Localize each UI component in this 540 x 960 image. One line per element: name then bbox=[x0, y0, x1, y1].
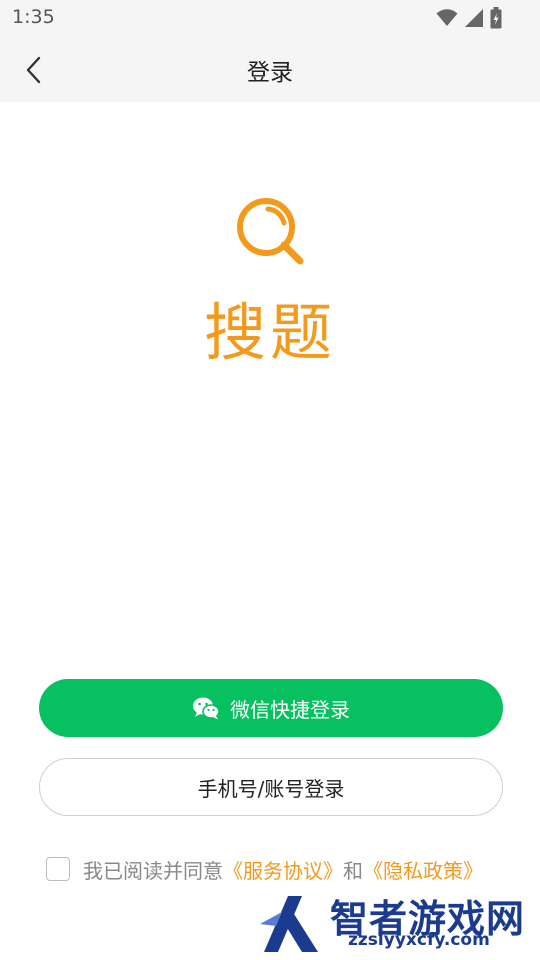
wechat-icon bbox=[193, 697, 220, 720]
battery-icon bbox=[490, 7, 502, 29]
watermark-url: zzslyyxcfy.com bbox=[348, 930, 490, 950]
app-name: 搜题 bbox=[203, 296, 336, 369]
nav-bar: 登录 bbox=[0, 36, 540, 102]
agreement-checkbox[interactable] bbox=[46, 857, 70, 881]
signal-icon bbox=[465, 9, 483, 27]
agreement-conjunction: 和 bbox=[343, 858, 363, 883]
watermark: 智者游戏网 zzslyyxcfy.com bbox=[258, 888, 538, 958]
wechat-login-button[interactable]: 微信快捷登录 bbox=[39, 679, 503, 737]
service-agreement-link[interactable]: 《服务协议》 bbox=[223, 855, 343, 884]
search-icon bbox=[237, 198, 304, 265]
page-title: 登录 bbox=[247, 60, 293, 86]
status-icons bbox=[436, 7, 502, 29]
privacy-policy-link[interactable]: 《隐私政策》 bbox=[363, 855, 483, 884]
status-time: 1:35 bbox=[12, 6, 55, 28]
phone-login-label: 手机号/账号登录 bbox=[197, 776, 345, 801]
watermark-logo-icon bbox=[260, 896, 318, 952]
wechat-login-label: 微信快捷登录 bbox=[230, 697, 350, 722]
wifi-icon bbox=[436, 9, 458, 26]
phone-account-login-button[interactable]: 手机号/账号登录 bbox=[39, 758, 503, 816]
agreement-prefix: 我已阅读并同意 bbox=[83, 858, 223, 883]
agreement-row: 我已阅读并同意 《服务协议》 和 《隐私政策》 bbox=[46, 855, 483, 883]
status-bar: 1:35 bbox=[0, 0, 540, 36]
